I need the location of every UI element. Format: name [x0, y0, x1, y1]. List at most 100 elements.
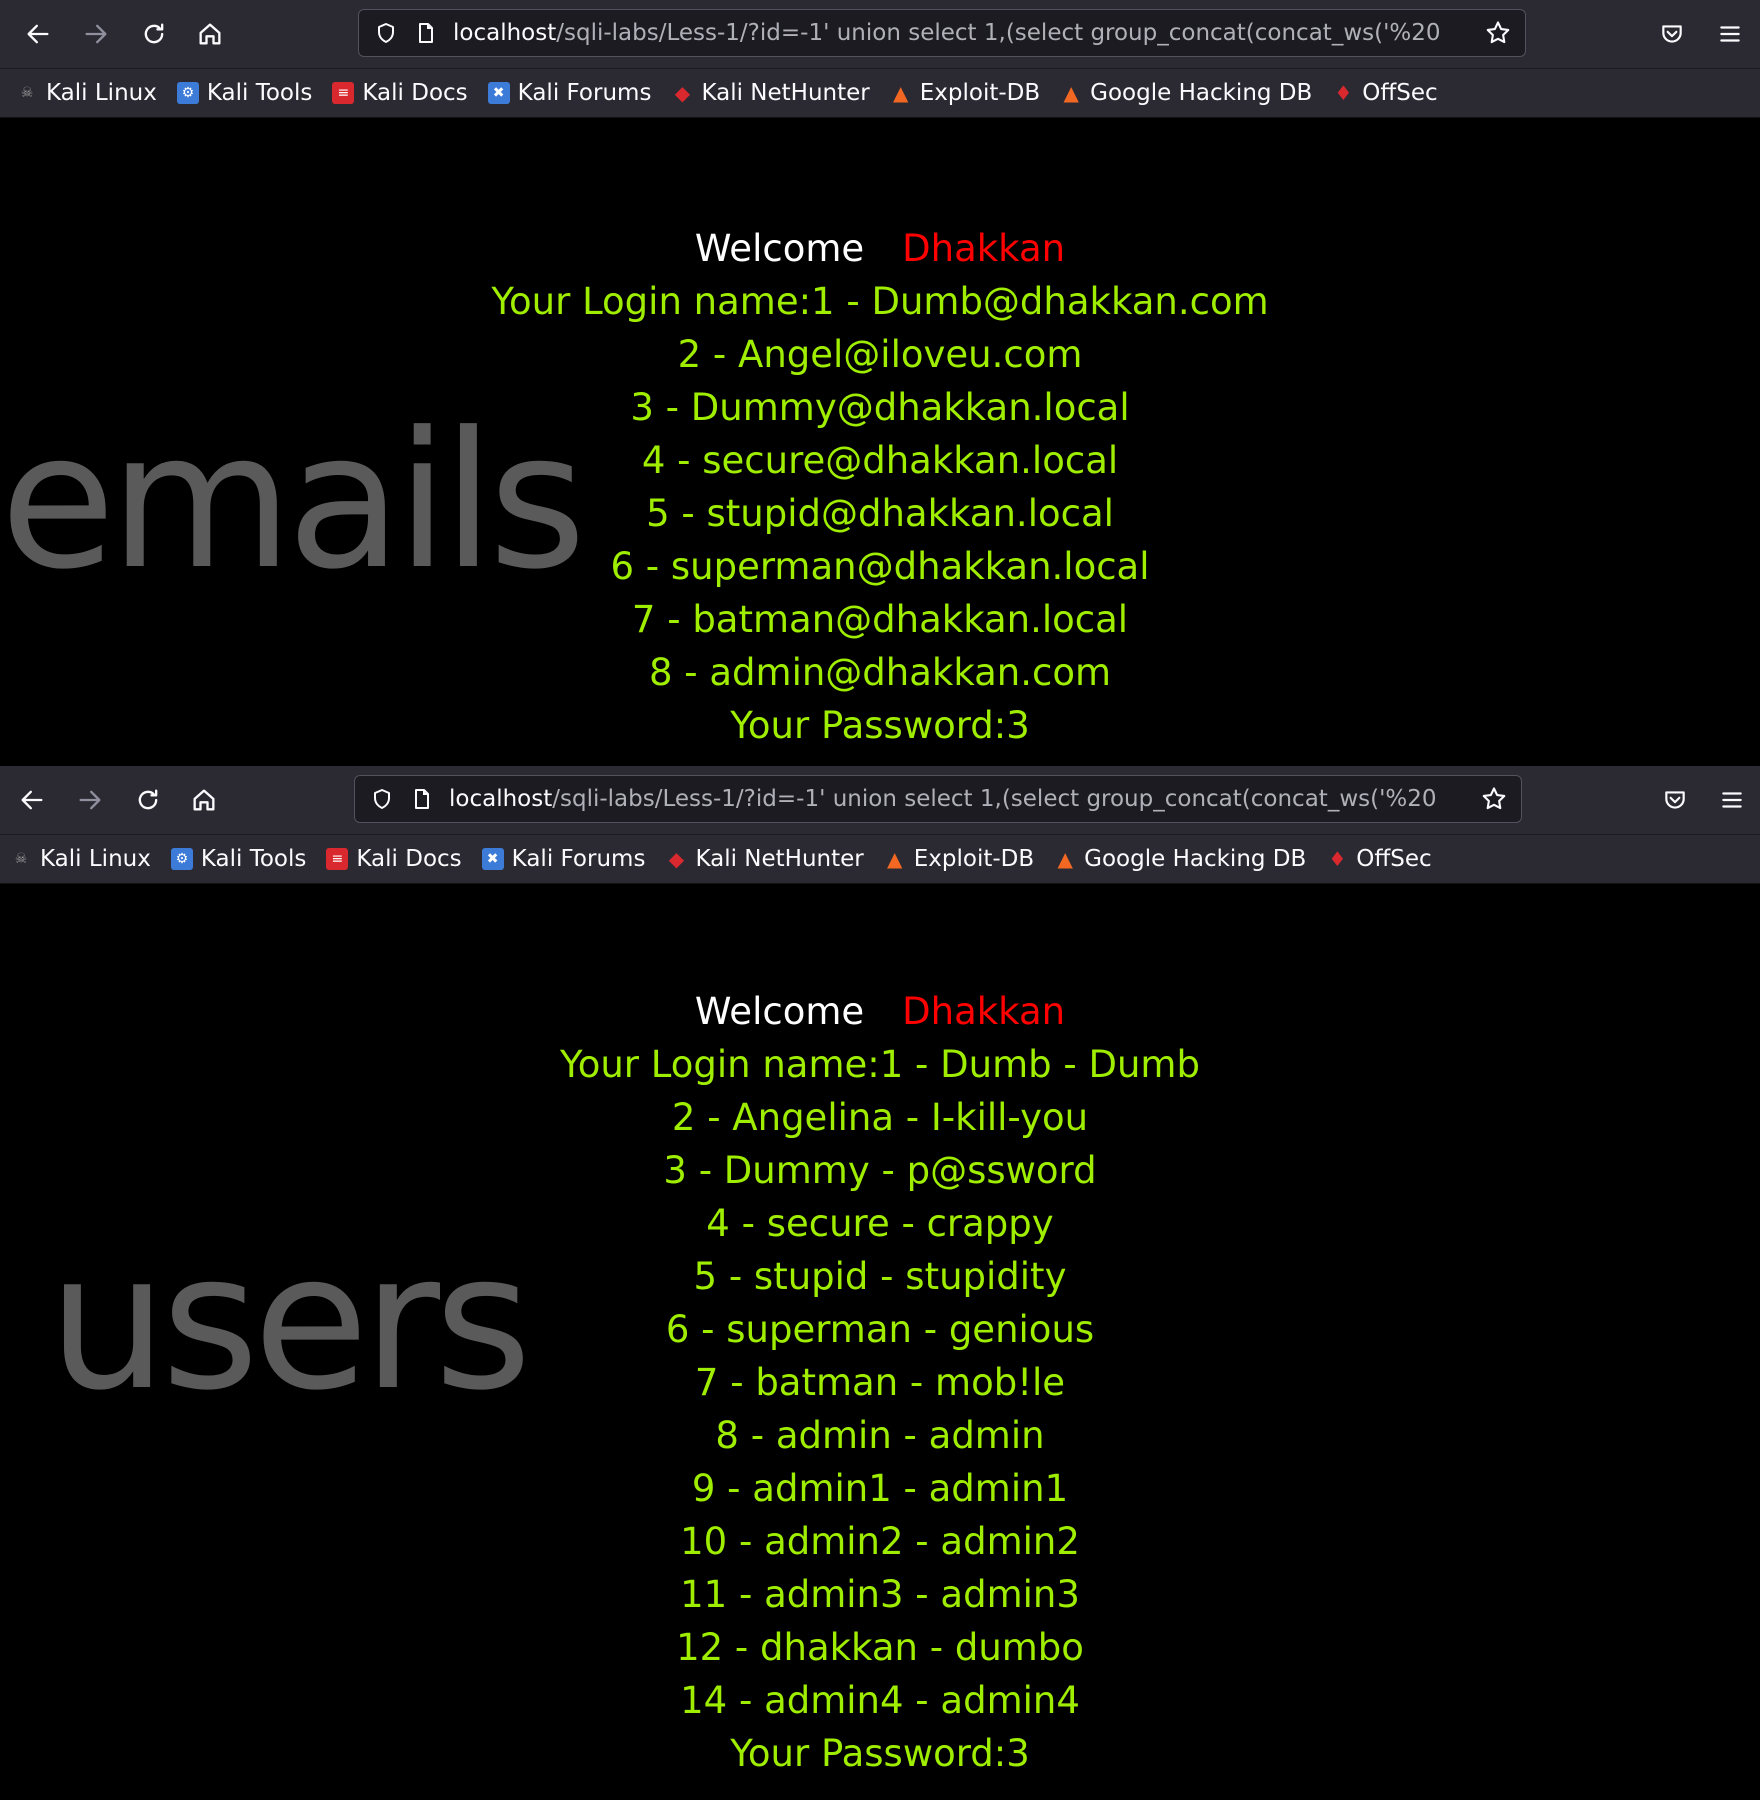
bookmark-offsec[interactable]: ♦ OffSec: [1332, 80, 1437, 106]
kali-docs-icon: ≡: [332, 82, 355, 104]
result-line: 2 - Angelina - I-kill-you: [671, 1096, 1089, 1139]
bookmark-label: Google Hacking DB: [1090, 80, 1313, 106]
forward-arrow-icon: [79, 790, 101, 810]
result-line: 7 - batman@dhakkan.local: [631, 598, 1129, 641]
bookmark-label: Kali NetHunter: [701, 80, 870, 106]
forward-button[interactable]: [70, 780, 110, 820]
url-bar[interactable]: localhost/sqli-labs/Less-1/?id=-1' union…: [354, 775, 1522, 823]
welcome-name: Dhakkan: [902, 990, 1066, 1033]
result-line: 8 - admin@dhakkan.com: [648, 651, 1112, 694]
bookmark-offsec[interactable]: ♦ OffSec: [1326, 846, 1431, 872]
kali-dragon-icon: ☠: [14, 851, 28, 867]
tracking-protection-shield-icon[interactable]: [369, 786, 395, 812]
bookmark-exploit-db[interactable]: ▲ Exploit-DB: [884, 846, 1034, 872]
browser-window-emails: localhost/sqli-labs/Less-1/?id=-1' union…: [0, 0, 1760, 766]
result-line: 2 - Angel@iloveu.com: [677, 333, 1083, 376]
pocket-button[interactable]: [1655, 780, 1695, 820]
result-line: 4 - secure - crappy: [706, 1202, 1054, 1245]
kali-tools-icon: ⚙: [170, 848, 193, 870]
bookmarks-toolbar: ☠ Kali Linux ⚙ Kali Tools ≡ Kali Docs ✖ Kali…: [0, 69, 1760, 118]
tracking-protection-shield-icon[interactable]: [373, 20, 399, 46]
bookmark-label: OffSec: [1362, 80, 1438, 106]
kali-docs-icon: ≡: [326, 848, 349, 870]
bookmark-label: Kali Tools: [206, 80, 313, 106]
kali-dragon-icon: ☠: [20, 85, 34, 101]
page-info-icon[interactable]: [409, 786, 435, 812]
welcome-text: Welcome: [694, 990, 865, 1033]
star-icon: [1482, 787, 1506, 810]
login-result: Welcome Dhakkan Your Login name:1 - Dumb …: [0, 985, 1760, 1780]
bookmark-exploit-db[interactable]: ▲ Exploit-DB: [890, 80, 1040, 106]
bookmark-label: Kali Docs: [356, 846, 462, 872]
star-icon: [1486, 21, 1510, 44]
menu-button[interactable]: [1710, 14, 1750, 54]
url-text[interactable]: localhost/sqli-labs/Less-1/?id=-1' union…: [453, 20, 1443, 46]
bookmark-kali-docs[interactable]: ≡ Kali Docs: [326, 846, 462, 872]
result-line: 9 - admin1 - admin1: [691, 1467, 1069, 1510]
bookmark-google-hacking-db[interactable]: ▲ Google Hacking DB: [1060, 80, 1312, 106]
result-line: 4 - secure@dhakkan.local: [641, 439, 1119, 482]
result-line: 6 - superman - genious: [665, 1308, 1095, 1351]
result-line: 7 - batman - mob!le: [694, 1361, 1066, 1404]
back-arrow-icon: [27, 24, 49, 44]
ghdb-icon: ▲: [1063, 81, 1079, 105]
reload-button[interactable]: [134, 14, 174, 54]
back-arrow-icon: [21, 790, 43, 810]
bookmark-kali-docs[interactable]: ≡ Kali Docs: [332, 80, 468, 106]
bookmark-kali-nethunter[interactable]: ◆ Kali NetHunter: [671, 80, 870, 106]
back-button[interactable]: [18, 14, 58, 54]
kali-forums-icon: ✖: [487, 82, 510, 104]
browser-window-users: localhost/sqli-labs/Less-1/?id=-1' union…: [0, 766, 1760, 1800]
result-line: 11 - admin3 - admin3: [680, 1573, 1080, 1616]
result-line: 3 - Dummy - p@ssword: [663, 1149, 1097, 1192]
offsec-icon: ♦: [1334, 81, 1353, 105]
bookmark-kali-linux[interactable]: ☠ Kali Linux: [10, 846, 151, 872]
bookmark-kali-forums[interactable]: ✖ Kali Forums: [487, 80, 651, 106]
bookmarks-toolbar: ☠ Kali Linux ⚙ Kali Tools ≡ Kali Docs ✖ Kali…: [0, 835, 1760, 884]
bookmark-kali-tools[interactable]: ⚙ Kali Tools: [176, 80, 313, 106]
result-line: 12 - dhakkan - dumbo: [676, 1626, 1084, 1669]
bookmark-kali-linux[interactable]: ☠ Kali Linux: [16, 80, 157, 106]
bookmark-label: Kali Forums: [511, 846, 646, 872]
url-text[interactable]: localhost/sqli-labs/Less-1/?id=-1' union…: [449, 786, 1439, 812]
result-line: 8 - admin - admin: [715, 1414, 1045, 1457]
reload-button[interactable]: [128, 780, 168, 820]
bookmark-star-button[interactable]: [1477, 782, 1511, 816]
bookmark-label: Exploit-DB: [919, 80, 1041, 106]
bookmark-kali-tools[interactable]: ⚙ Kali Tools: [170, 846, 307, 872]
page-info-icon[interactable]: [413, 20, 439, 46]
url-path: /sqli-labs/Less-1/?id=-1' union select 1…: [556, 20, 1443, 46]
welcome-name: Dhakkan: [902, 227, 1066, 270]
exploit-db-icon: ▲: [887, 847, 903, 871]
bookmark-star-button[interactable]: [1481, 16, 1515, 50]
login-result: Welcome Dhakkan Your Login name:1 - Dumb@…: [0, 222, 1760, 752]
bookmark-kali-forums[interactable]: ✖ Kali Forums: [481, 846, 646, 872]
url-host: localhost: [449, 786, 553, 812]
bookmark-label: Kali Linux: [40, 846, 151, 872]
nethunter-icon: ◆: [674, 81, 691, 105]
bookmark-label: Exploit-DB: [913, 846, 1035, 872]
pocket-icon: [1665, 791, 1685, 809]
kali-tools-icon: ⚙: [176, 82, 199, 104]
offsec-icon: ♦: [1328, 847, 1347, 871]
bookmark-google-hacking-db[interactable]: ▲ Google Hacking DB: [1054, 846, 1306, 872]
bookmark-label: Kali Tools: [200, 846, 307, 872]
page-content: emails Welcome Dhakkan Your Login name:1 …: [0, 118, 1760, 766]
result-line: 14 - admin4 - admin4: [680, 1679, 1080, 1722]
forward-button[interactable]: [76, 14, 116, 54]
back-button[interactable]: [12, 780, 52, 820]
home-button[interactable]: [184, 780, 224, 820]
pocket-icon: [1662, 25, 1682, 43]
home-button[interactable]: [190, 14, 230, 54]
result-line: 5 - stupid@dhakkan.local: [646, 492, 1114, 535]
pocket-button[interactable]: [1652, 14, 1692, 54]
password-line: Your Password:3: [730, 1732, 1030, 1775]
result-line: Your Login name:1 - Dumb@dhakkan.com: [491, 280, 1269, 323]
bookmark-kali-nethunter[interactable]: ◆ Kali NetHunter: [665, 846, 864, 872]
page-content: users Welcome Dhakkan Your Login name:1 -…: [0, 884, 1760, 1800]
url-bar[interactable]: localhost/sqli-labs/Less-1/?id=-1' union…: [358, 9, 1526, 57]
exploit-db-icon: ▲: [893, 81, 909, 105]
menu-button[interactable]: [1712, 780, 1752, 820]
bookmark-label: Google Hacking DB: [1084, 846, 1307, 872]
hamburger-menu-icon: [1720, 26, 1740, 42]
